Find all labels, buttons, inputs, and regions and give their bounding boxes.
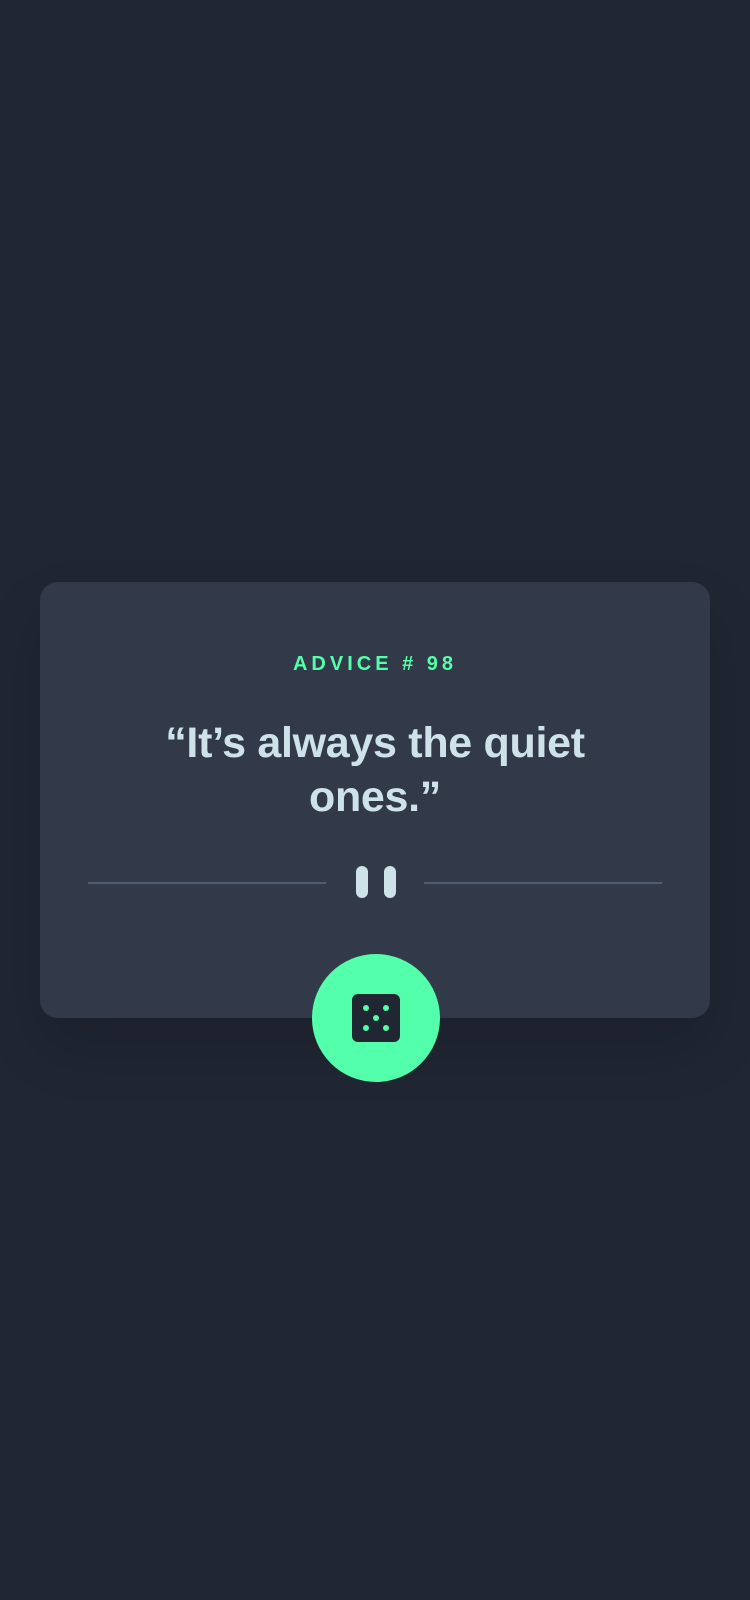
divider-line-right [424,882,662,884]
pause-icon [356,866,396,898]
advice-id-label: ADVICE # 98 [292,653,458,675]
advice-quote: “It’s always the quiet ones.” [165,719,585,821]
new-advice-button[interactable] [312,954,440,1082]
dice-icon [352,994,400,1042]
divider-line-left [88,882,326,884]
